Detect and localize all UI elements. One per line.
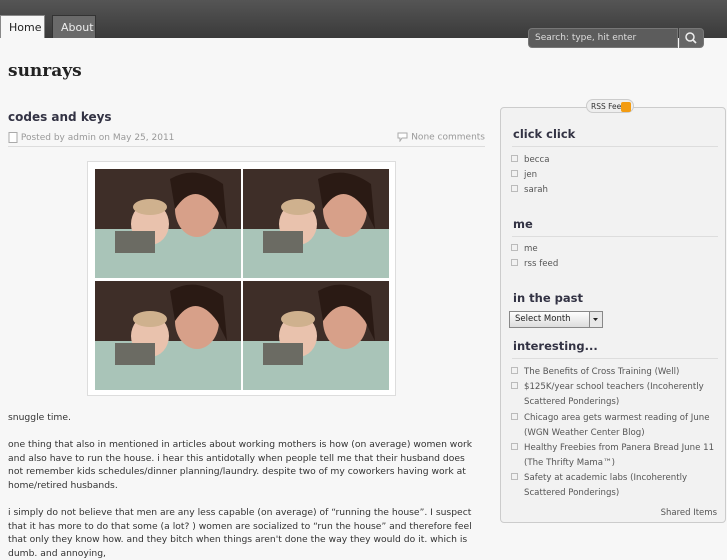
shared-item[interactable]: $125K/year school teachers (Incoherently… bbox=[511, 380, 717, 410]
archive-month-select[interactable]: Select Month bbox=[509, 311, 603, 328]
comments-link[interactable]: None comments bbox=[397, 132, 485, 143]
site-title[interactable]: sunrays bbox=[8, 61, 82, 81]
link-becca[interactable]: becca bbox=[511, 153, 717, 168]
shared-items-link[interactable]: Shared Items bbox=[661, 508, 717, 518]
photo-tile bbox=[95, 169, 241, 278]
post-caption: snuggle time. bbox=[8, 412, 71, 423]
bullet-icon bbox=[511, 473, 518, 480]
shared-item[interactable]: Safety at academic labs (Incoherently Sc… bbox=[511, 471, 717, 501]
bullet-icon bbox=[511, 443, 518, 450]
post-meta: Posted by admin on May 25, 2011 None com… bbox=[8, 130, 485, 147]
bullet-icon bbox=[511, 155, 518, 162]
link-me[interactable]: me bbox=[511, 242, 717, 257]
post-paragraph: i simply do not believe that men are any… bbox=[8, 507, 472, 559]
widget-title-click-click: click click bbox=[513, 127, 576, 141]
bullet-icon bbox=[511, 413, 518, 420]
post-photo bbox=[87, 161, 396, 396]
widget-title-in-the-past: in the past bbox=[513, 291, 583, 305]
photo-tile bbox=[243, 169, 389, 278]
rss-icon bbox=[621, 102, 631, 112]
post-paragraph: one thing that also in mentioned in arti… bbox=[8, 439, 473, 491]
search-input[interactable] bbox=[528, 28, 678, 48]
link-jen[interactable]: jen bbox=[511, 168, 717, 183]
divider bbox=[512, 236, 718, 237]
photo-tile bbox=[95, 281, 241, 390]
post-title[interactable]: codes and keys bbox=[8, 110, 112, 124]
speech-bubble-icon bbox=[397, 132, 408, 142]
bullet-icon bbox=[511, 259, 518, 266]
magnifier-icon bbox=[685, 32, 697, 44]
search-button[interactable] bbox=[679, 28, 704, 48]
link-rss-feed[interactable]: rss feed bbox=[511, 257, 717, 272]
bullet-icon bbox=[511, 367, 518, 374]
photo-tile bbox=[243, 281, 389, 390]
shared-item[interactable]: The Benefits of Cross Training (Well) bbox=[511, 365, 717, 380]
bullet-icon bbox=[511, 170, 518, 177]
comments-count[interactable]: None comments bbox=[411, 133, 485, 143]
select-value: Select Month bbox=[515, 314, 571, 324]
divider bbox=[512, 146, 718, 147]
widget-title-interesting: interesting... bbox=[513, 339, 598, 353]
sidebar: click click becca jen sarah me me rss fe… bbox=[500, 107, 726, 523]
bullet-icon bbox=[511, 244, 518, 251]
rss-feed-button[interactable]: RSS Feed bbox=[586, 99, 634, 113]
bullet-icon bbox=[511, 185, 518, 192]
divider bbox=[512, 358, 718, 359]
tab-home[interactable]: Home bbox=[0, 15, 45, 38]
tab-about[interactable]: About bbox=[52, 15, 96, 38]
widget-title-me: me bbox=[513, 217, 533, 231]
shared-item[interactable]: Chicago area gets warmest reading of Jun… bbox=[511, 411, 717, 441]
bullet-icon bbox=[511, 382, 518, 389]
link-sarah[interactable]: sarah bbox=[511, 183, 717, 198]
document-icon bbox=[8, 132, 18, 143]
post-byline: Posted by admin on May 25, 2011 bbox=[20, 133, 175, 143]
shared-item[interactable]: Healthy Freebies from Panera Bread June … bbox=[511, 441, 717, 471]
chevron-down-icon[interactable] bbox=[589, 312, 602, 327]
